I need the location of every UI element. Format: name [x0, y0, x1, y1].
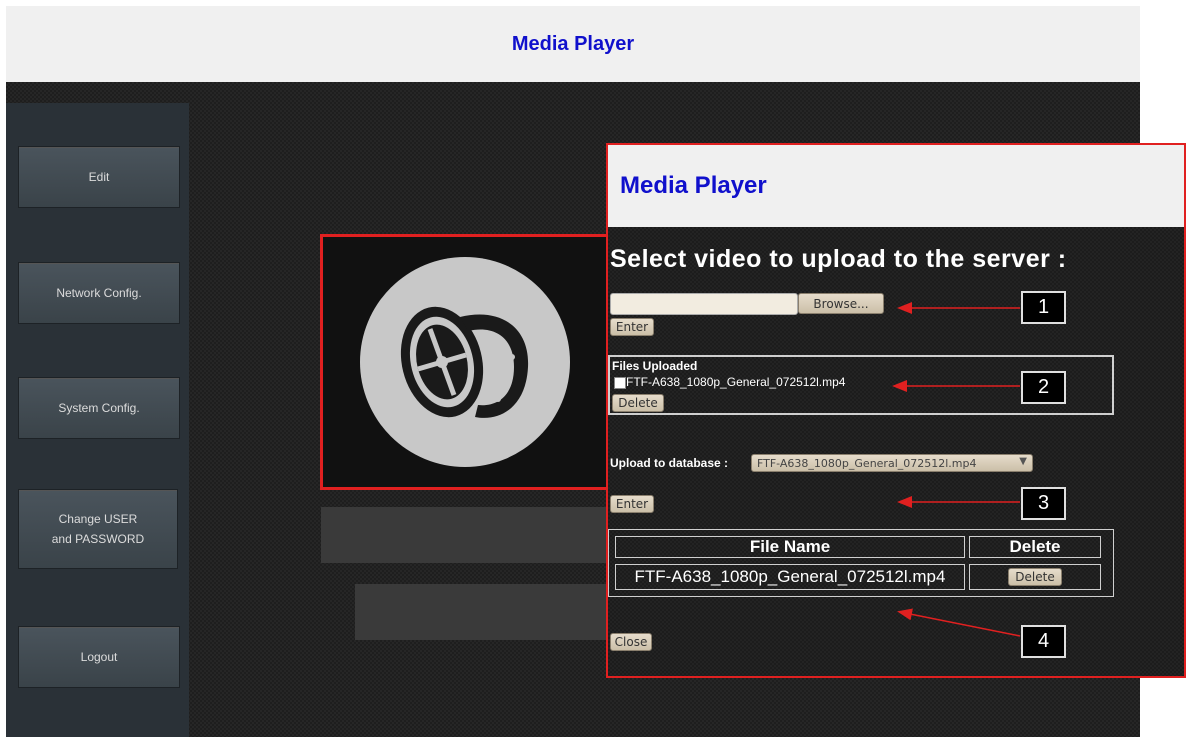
dialog-header: Media Player	[608, 145, 1184, 227]
video-title-bar	[321, 507, 611, 563]
files-uploaded-title: Files Uploaded	[612, 359, 698, 373]
table-header-delete: Delete	[969, 536, 1101, 558]
film-reel-icon	[400, 306, 529, 418]
dialog-title: Media Player	[620, 172, 767, 199]
triangle-down-icon: ▼	[1019, 456, 1027, 467]
top-bar: Media Player	[6, 6, 1140, 82]
media-logo-panel	[320, 234, 610, 490]
table-cell-delete: Delete	[969, 564, 1101, 590]
delete-row-button[interactable]: Delete	[1008, 568, 1062, 586]
upload-enter-button[interactable]: Enter	[610, 318, 654, 336]
sidebar-item-edit[interactable]: Edit	[18, 146, 180, 208]
callout-1: 1	[1021, 291, 1066, 324]
callout-2: 2	[1021, 371, 1066, 404]
sidebar-item-label: Change USER and PASSWORD	[51, 512, 145, 546]
uploaded-file-name: FTF-A638_1080p_General_072512l.mp4	[626, 375, 846, 389]
browse-button[interactable]: Browse...	[798, 293, 884, 314]
sidebar-item-change-user-password[interactable]: Change USER and PASSWORD	[18, 489, 178, 569]
upload-database-label: Upload to database :	[610, 456, 729, 470]
delete-uploaded-button[interactable]: Delete	[612, 394, 664, 412]
file-path-input[interactable]	[610, 293, 798, 315]
select-value: FTF-A638_1080p_General_072512l.mp4	[757, 456, 977, 470]
sidebar-item-logout[interactable]: Logout	[18, 626, 180, 688]
sidebar-item-network-config[interactable]: Network Config.	[18, 262, 180, 324]
upload-heading: Select video to upload to the server :	[610, 245, 1067, 273]
sidebar-item-label: System Config.	[58, 401, 140, 415]
sidebar-item-label: Logout	[80, 650, 118, 664]
database-enter-button[interactable]: Enter	[610, 495, 654, 513]
table-header-file-name: File Name	[615, 536, 965, 558]
callout-3: 3	[1021, 487, 1066, 520]
close-button[interactable]: Close	[610, 633, 652, 651]
callout-4: 4	[1021, 625, 1066, 658]
file-checkbox[interactable]	[614, 377, 626, 389]
table-cell-file-name: FTF-A638_1080p_General_072512l.mp4	[615, 564, 965, 590]
app-title: Media Player	[511, 32, 635, 55]
file-table: File Name Delete FTF-A638_1080p_General_…	[608, 529, 1114, 597]
logo-circle	[360, 257, 570, 467]
video-controls-bar	[355, 584, 610, 640]
sidebar: Edit Network Config. System Config. Chan…	[6, 103, 189, 737]
sidebar-item-system-config[interactable]: System Config.	[18, 377, 180, 439]
upload-dialog: Media Player Select video to upload to t…	[606, 143, 1186, 678]
database-file-select[interactable]: FTF-A638_1080p_General_072512l.mp4 ▼	[751, 454, 1033, 472]
sidebar-item-label: Edit	[88, 170, 110, 184]
sidebar-item-label: Network Config.	[56, 286, 142, 300]
